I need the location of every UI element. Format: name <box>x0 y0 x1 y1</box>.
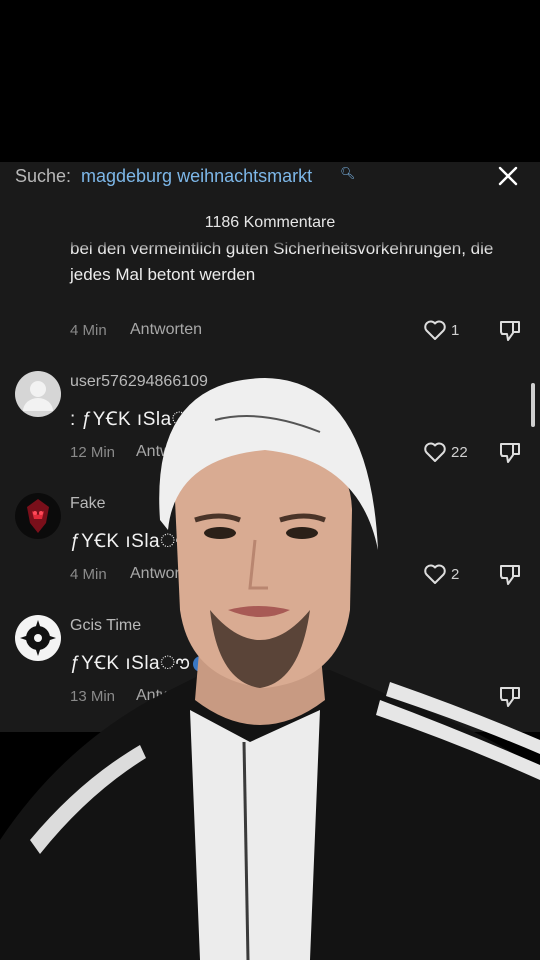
search-icon[interactable]: 🔍︎ <box>340 166 355 180</box>
thumbs-down-icon[interactable] <box>498 318 522 342</box>
like-count: 1 <box>451 322 460 339</box>
comment-time: 4 Min <box>70 322 107 339</box>
search-query-link[interactable]: magdeburg weihnachtsmarkt <box>81 166 312 187</box>
close-icon[interactable] <box>496 164 520 188</box>
reply-button[interactable]: Antworten <box>130 321 202 339</box>
heart-icon[interactable] <box>423 319 447 341</box>
person-overlay <box>0 378 540 960</box>
search-prefix: Suche: <box>15 166 72 186</box>
search-bar[interactable]: Suche: magdeburg weihnachtsmarkt 🔍︎ <box>0 162 540 192</box>
comment-count: 1186 Kommentare <box>204 214 336 231</box>
